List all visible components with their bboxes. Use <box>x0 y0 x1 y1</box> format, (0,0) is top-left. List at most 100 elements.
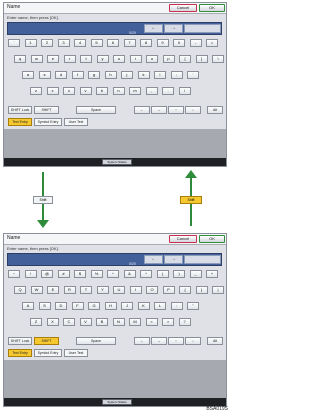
mode-key-3[interactable]: ↑ <box>168 106 184 114</box>
name-input[interactable]: 0/20 ← → <box>7 253 222 266</box>
key-row2-11[interactable]: } <box>195 286 208 294</box>
cursor-left-button[interactable]: ← <box>144 24 163 33</box>
name-input[interactable]: 0/20 ← → <box>7 22 222 35</box>
key-row2-8[interactable]: o <box>146 55 158 63</box>
key-row3-5[interactable]: h <box>104 71 117 79</box>
key-row3-3[interactable]: F <box>71 302 84 310</box>
tab-text-entry[interactable]: Text Entry <box>8 118 32 126</box>
key-row3-1[interactable]: S <box>38 302 51 310</box>
key-row4-2[interactable]: C <box>63 318 75 326</box>
key-row4-8[interactable]: > <box>162 318 174 326</box>
key-row1-5[interactable]: 5 <box>90 39 103 47</box>
key-row1-1[interactable]: 1 <box>24 39 37 47</box>
key-row3-1[interactable]: s <box>38 71 51 79</box>
key-row2-10[interactable]: [ <box>179 55 191 63</box>
key-row3-5[interactable]: H <box>104 302 117 310</box>
key-row2-0[interactable]: Q <box>14 286 26 294</box>
key-row4-4[interactable]: B <box>96 318 108 326</box>
shift-key[interactable]: SHIFT <box>34 337 59 345</box>
key-row4-3[interactable]: V <box>79 318 92 326</box>
key-row3-8[interactable]: L <box>154 302 166 310</box>
key-row1-4[interactable]: 4 <box>74 39 86 47</box>
system-status-button[interactable]: System Status <box>102 159 132 165</box>
key-row2-0[interactable]: q <box>14 55 26 63</box>
key-row1-12[interactable]: + <box>206 270 218 278</box>
key-row3-2[interactable]: D <box>55 302 67 310</box>
key-row1-7[interactable]: & <box>123 270 136 278</box>
space-key[interactable]: Space <box>76 337 116 345</box>
key-row2-7[interactable]: I <box>129 286 142 294</box>
key-row3-9[interactable]: ; <box>170 71 183 79</box>
key-row2-5[interactable]: y <box>96 55 109 63</box>
tab-user-text[interactable]: User Text <box>64 349 88 357</box>
key-row2-1[interactable]: w <box>30 55 43 63</box>
key-row2-8[interactable]: O <box>146 286 158 294</box>
key-row1-6[interactable]: 6 <box>107 39 119 47</box>
ok-button[interactable]: OK <box>199 4 225 12</box>
cancel-button[interactable]: Cancel <box>169 235 197 243</box>
key-row3-2[interactable]: d <box>55 71 67 79</box>
key-row3-7[interactable]: K <box>137 302 150 310</box>
key-row1-3[interactable]: 3 <box>57 39 70 47</box>
key-row2-9[interactable]: p <box>162 55 175 63</box>
key-row1-11[interactable]: - <box>189 39 202 47</box>
key-row1-3[interactable]: # <box>57 270 70 278</box>
key-row2-4[interactable]: T <box>80 286 92 294</box>
key-row4-5[interactable]: N <box>112 318 125 326</box>
shift-lock-key[interactable]: SHIFT Lock <box>8 106 32 114</box>
key-row1-10[interactable]: 0 <box>173 39 185 47</box>
key-row2-1[interactable]: W <box>30 286 43 294</box>
key-row3-8[interactable]: l <box>154 71 166 79</box>
key-row2-12[interactable]: | <box>212 286 224 294</box>
key-row4-2[interactable]: c <box>63 87 75 95</box>
key-row1-11[interactable]: _ <box>189 270 202 278</box>
key-row2-3[interactable]: r <box>63 55 76 63</box>
key-row1-2[interactable]: @ <box>41 270 53 278</box>
key-row2-7[interactable]: i <box>129 55 142 63</box>
shift-key[interactable]: SHIFT <box>34 106 59 114</box>
key-row1-6[interactable]: ^ <box>107 270 119 278</box>
key-row1-0[interactable]: ~ <box>8 270 20 278</box>
cursor-right-button[interactable]: → <box>164 24 183 33</box>
mode-key-1[interactable]: ← <box>134 106 150 114</box>
key-row2-2[interactable]: e <box>47 55 59 63</box>
key-row1-12[interactable]: = <box>206 39 218 47</box>
mode-key-2[interactable]: → <box>151 106 167 114</box>
key-row3-0[interactable]: A <box>22 302 34 310</box>
mode-key-4[interactable]: ↓ <box>185 106 201 114</box>
key-row4-4[interactable]: b <box>96 87 108 95</box>
tab-symbol-entry[interactable]: Symbol Entry <box>34 118 62 126</box>
key-row4-6[interactable]: M <box>129 318 141 326</box>
key-row4-0[interactable]: z <box>30 87 42 95</box>
key-row1-1[interactable]: ! <box>24 270 37 278</box>
key-row2-10[interactable]: { <box>179 286 191 294</box>
mode-key-1[interactable]: ← <box>134 337 150 345</box>
key-row3-7[interactable]: k <box>137 71 150 79</box>
key-row3-10[interactable]: " <box>187 302 199 310</box>
mode-key-2[interactable]: → <box>151 337 167 345</box>
key-row3-9[interactable]: : <box>170 302 183 310</box>
ok-button[interactable]: OK <box>199 235 225 243</box>
key-row3-4[interactable]: g <box>88 71 100 79</box>
space-key[interactable]: Space <box>76 106 116 114</box>
key-row4-8[interactable]: . <box>162 87 174 95</box>
tab-text-entry[interactable]: Text Entry <box>8 349 32 357</box>
cancel-button[interactable]: Cancel <box>169 4 197 12</box>
key-row4-7[interactable]: , <box>145 87 158 95</box>
key-row2-6[interactable]: U <box>113 286 125 294</box>
key-row2-11[interactable]: ] <box>195 55 208 63</box>
key-row2-4[interactable]: t <box>80 55 92 63</box>
key-row4-9[interactable]: ? <box>178 318 191 326</box>
key-row4-7[interactable]: < <box>145 318 158 326</box>
key-row1-4[interactable]: $ <box>74 270 86 278</box>
tab-user-text[interactable]: User Text <box>64 118 88 126</box>
key-row1-8[interactable]: * <box>140 270 152 278</box>
key-row4-5[interactable]: n <box>112 87 125 95</box>
alt-key[interactable]: Alt <box>207 106 223 114</box>
backspace-button[interactable] <box>184 24 221 33</box>
key-row1-0[interactable]: ` <box>8 39 20 47</box>
key-row1-2[interactable]: 2 <box>41 39 53 47</box>
key-row3-4[interactable]: G <box>88 302 100 310</box>
key-row1-9[interactable]: 9 <box>156 39 169 47</box>
key-row2-5[interactable]: Y <box>96 286 109 294</box>
